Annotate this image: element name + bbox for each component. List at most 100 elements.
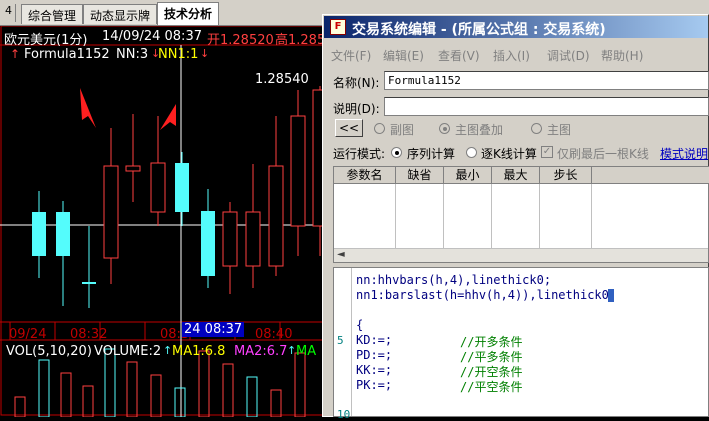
dialog-title: 交易系统编辑 - (所属公式组 : 交易系统): [352, 22, 606, 38]
candle-body-down: [201, 211, 215, 276]
tab-scroll-arrow[interactable]: 4: [2, 4, 16, 22]
volume-bar: [246, 376, 258, 417]
param-header-default: 缺省: [396, 167, 444, 184]
line-number-gutter: 5 10: [334, 268, 352, 421]
mode-help-link[interactable]: 模式说明: [660, 145, 708, 162]
volume-bar: [222, 363, 234, 417]
volume-bar: [14, 396, 26, 417]
radio-main-overlay: [439, 123, 450, 134]
volume-bar: [174, 387, 186, 417]
param-table-scrollbar[interactable]: ◄: [334, 248, 708, 262]
signal-arrow-left: [80, 88, 96, 128]
volume-bar: [198, 350, 210, 417]
time-label-1: 09/24: [9, 327, 47, 342]
formula-nn1-marker: ↓: [200, 47, 210, 60]
time-highlight: 24 08:37: [182, 322, 245, 337]
param-header-filler: [592, 167, 709, 184]
col-divider: [395, 184, 396, 248]
text-cursor: [608, 289, 614, 302]
name-label: 名称(N):: [333, 76, 380, 90]
description-input[interactable]: [384, 97, 709, 116]
option-main-overlay: 主图叠加: [455, 123, 504, 137]
menu-insert[interactable]: 插入(I): [493, 47, 530, 64]
param-header-step: 步长: [540, 167, 592, 184]
candle-body-up: [268, 165, 284, 267]
vol-ma2: MA2:6.7: [234, 344, 288, 359]
vol-volume-marker: ↑: [163, 344, 173, 357]
candle-body-up: [245, 211, 261, 267]
col-divider: [591, 184, 592, 248]
run-mode-label: 运行模式:: [333, 147, 386, 161]
candle-body-up: [222, 211, 238, 267]
scroll-left-icon[interactable]: ◄: [337, 249, 345, 260]
code-line-6: PD:=;: [356, 348, 393, 362]
parameter-table[interactable]: 参数名 缺省 最小 最大 步长 ◄: [333, 166, 709, 263]
code-editor[interactable]: 5 10 nn:hhvbars(h,4),linethick0; nn1:bar…: [333, 267, 709, 421]
description-label: 说明(D):: [333, 102, 380, 116]
last-bar-label: 仅刷最后一根K线: [557, 147, 649, 161]
line-number: 5: [337, 334, 344, 347]
menu-debug[interactable]: 调试(D): [547, 47, 590, 64]
chart-datetime: 14/09/24 08:37: [102, 29, 202, 44]
time-label-4: 08:40: [255, 327, 293, 342]
menu-help[interactable]: 帮助(H): [601, 47, 643, 64]
radio-per-bar-calc[interactable]: [466, 147, 477, 158]
tab-dynamic-board[interactable]: 动态显示牌: [83, 4, 158, 24]
tab-technical-analysis[interactable]: 技术分析: [157, 2, 220, 25]
dialog-titlebar[interactable]: F 交易系统编辑 - (所属公式组 : 交易系统): [324, 16, 708, 38]
option-sequence-calc[interactable]: 序列计算: [407, 145, 455, 162]
comment-close-short: //平空条件: [460, 380, 523, 394]
price-label: 1.28540: [255, 72, 309, 87]
candle-body-down: [56, 212, 70, 256]
candle-body-down: [82, 282, 96, 284]
option-per-bar-calc[interactable]: 逐K线计算: [481, 145, 537, 162]
formula-name: Formula1152: [24, 47, 110, 62]
code-line-4: {: [356, 318, 364, 332]
vol-ma3: MA: [296, 344, 317, 359]
col-divider: [443, 184, 444, 248]
volume-bar: [150, 374, 162, 417]
vol-ma1: MA1:6.8: [172, 344, 226, 359]
price-chart[interactable]: 欧元美元(1分) 14/09/24 08:37 开1.28520 高1.285 …: [0, 26, 330, 417]
candle-body-down: [175, 163, 189, 212]
volume-bar: [38, 359, 50, 417]
radio-sequence-calc[interactable]: [391, 147, 402, 158]
collapse-button[interactable]: <<: [335, 119, 363, 137]
time-label-2: 08:32: [70, 327, 108, 342]
volume-bar: [82, 385, 94, 417]
formula-nn1: NN1:1: [158, 47, 199, 62]
col-divider: [491, 184, 492, 248]
code-line-2: nn1:barslast(h=hhv(h,4)),linethick0;: [356, 288, 617, 302]
candle-body-up: [150, 162, 166, 213]
volume-bar: [294, 352, 306, 417]
formula-up-marker: ↑: [10, 47, 21, 61]
option-sub-chart: 副图: [390, 123, 415, 137]
candle-body-up: [125, 165, 141, 172]
menu-view[interactable]: 查看(V): [438, 47, 480, 64]
chart-symbol: 欧元美元(1分): [4, 33, 88, 48]
code-line-7: KK:=;: [356, 363, 393, 377]
col-divider: [539, 184, 540, 248]
code-line-8: PK:=;: [356, 378, 393, 392]
radio-main-chart: [531, 123, 542, 134]
tab-overview[interactable]: 综合管理: [21, 4, 84, 24]
code-line-5: KD:=;: [356, 333, 393, 347]
option-main-chart: 主图: [547, 123, 572, 137]
code-line-1: nn:hhvbars(h,4),linethick0;: [356, 273, 552, 287]
menu-file[interactable]: 文件(F): [331, 47, 371, 64]
app-icon: F: [330, 19, 346, 35]
param-header-min: 最小: [444, 167, 492, 184]
volume-bar: [104, 348, 116, 417]
volume-bar: [126, 361, 138, 417]
volume-bar: [60, 372, 72, 417]
menu-bar: 文件(F) 编辑(E) 查看(V) 插入(I) 调试(D) 帮助(H): [325, 45, 708, 65]
vol-label: VOL(5,10,20): [6, 344, 92, 359]
param-header-name: 参数名: [334, 167, 396, 184]
menu-edit[interactable]: 编辑(E): [383, 47, 424, 64]
candle-body-up: [290, 115, 306, 227]
vol-volume: VOLUME:2: [94, 344, 162, 359]
name-input[interactable]: Formula1152: [384, 71, 709, 90]
radio-sub-chart: [374, 123, 385, 134]
param-header-max: 最大: [492, 167, 540, 184]
vol-ma2-marker: ↑: [287, 344, 297, 357]
